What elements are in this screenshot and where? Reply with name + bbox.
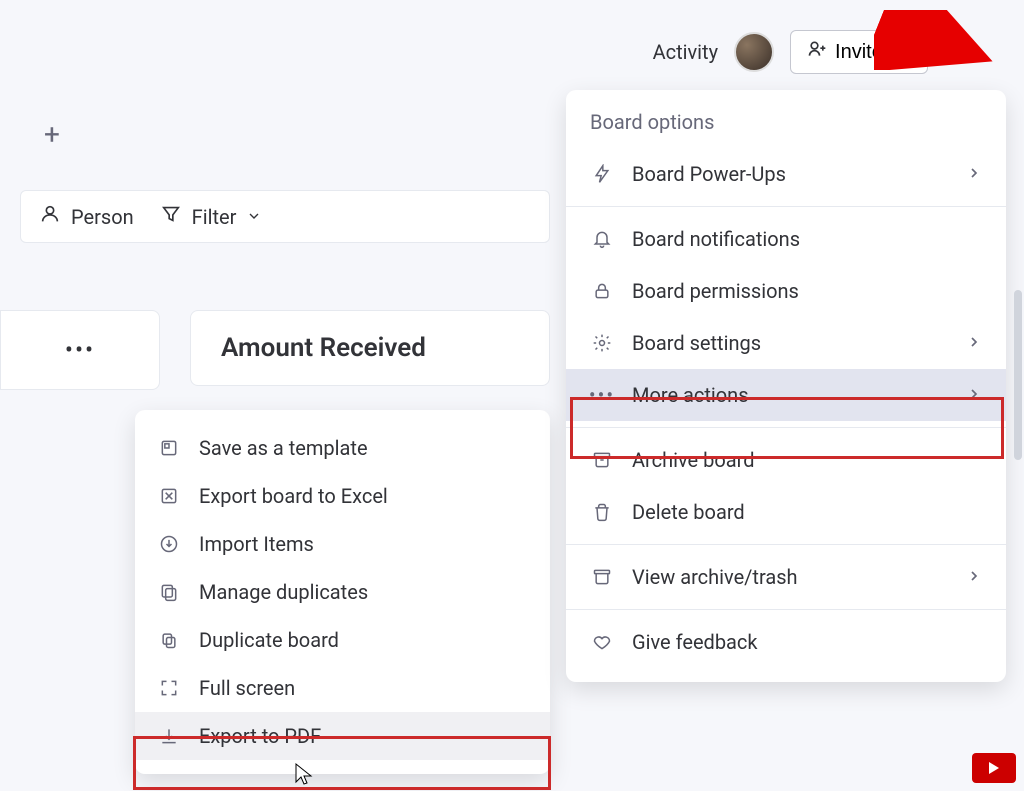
- download-icon: [157, 532, 181, 556]
- trash-icon: [590, 500, 614, 524]
- filter-label: Filter: [192, 205, 237, 229]
- person-filter[interactable]: Person: [39, 203, 134, 230]
- menu-label: Delete board: [632, 500, 745, 524]
- invite-button[interactable]: Invite / 1: [790, 30, 928, 74]
- menu-label: Board Power-Ups: [632, 162, 786, 186]
- column-header-card: Amount Received: [190, 310, 550, 386]
- lock-icon: [590, 279, 614, 303]
- menu-label: Archive board: [632, 448, 755, 472]
- board-menu-button[interactable]: •••: [944, 32, 994, 73]
- group-card: •••: [0, 310, 160, 390]
- person-label: Person: [71, 205, 134, 229]
- board-power-ups[interactable]: Board Power-Ups: [566, 148, 1006, 200]
- chevron-right-icon: [966, 565, 982, 589]
- menu-label: Duplicate board: [199, 628, 339, 652]
- menu-label: Board settings: [632, 331, 761, 355]
- add-tab-button[interactable]: +: [44, 118, 60, 151]
- manage-duplicates[interactable]: Manage duplicates: [135, 568, 550, 616]
- menu-label: Give feedback: [632, 630, 758, 654]
- lightning-icon: [590, 162, 614, 186]
- column-header-label: Amount Received: [221, 333, 519, 363]
- menu-label: Export to PDF: [199, 724, 321, 748]
- copy-icon: [157, 628, 181, 652]
- gear-icon: [590, 331, 614, 355]
- filter-button[interactable]: Filter: [160, 203, 263, 230]
- pdf-download-icon: [157, 724, 181, 748]
- more-icon: •••: [590, 383, 614, 407]
- more-actions[interactable]: ••• More actions: [566, 369, 1006, 421]
- full-screen[interactable]: Full screen: [135, 664, 550, 712]
- chevron-down-icon: [246, 205, 262, 229]
- view-archive-trash[interactable]: View archive/trash: [566, 551, 1006, 603]
- youtube-badge: [972, 753, 1016, 783]
- board-settings[interactable]: Board settings: [566, 317, 1006, 369]
- duplicate-board[interactable]: Duplicate board: [135, 616, 550, 664]
- menu-label: Board notifications: [632, 227, 800, 251]
- menu-title: Board options: [566, 90, 1006, 148]
- archive-icon: [590, 448, 614, 472]
- menu-label: View archive/trash: [632, 565, 798, 589]
- menu-label: Export board to Excel: [199, 484, 388, 508]
- bell-icon: [590, 227, 614, 251]
- excel-icon: [157, 484, 181, 508]
- import-items[interactable]: Import Items: [135, 520, 550, 568]
- board-toolbar: Person Filter: [20, 190, 550, 243]
- person-icon: [39, 203, 61, 230]
- activity-label[interactable]: Activity: [653, 40, 718, 64]
- give-feedback[interactable]: Give feedback: [566, 616, 1006, 668]
- menu-label: Board permissions: [632, 279, 799, 303]
- menu-label: Import Items: [199, 532, 314, 556]
- archive-board[interactable]: Archive board: [566, 434, 1006, 486]
- heart-icon: [590, 630, 614, 654]
- board-options-menu: Board options Board Power-Ups Board noti…: [566, 90, 1006, 682]
- board-permissions[interactable]: Board permissions: [566, 265, 1006, 317]
- menu-label: Full screen: [199, 676, 295, 700]
- chevron-right-icon: [966, 331, 982, 355]
- invite-label: Invite / 1: [835, 41, 911, 64]
- user-plus-icon: [807, 39, 827, 65]
- menu-label: More actions: [632, 383, 749, 407]
- expand-icon: [157, 676, 181, 700]
- scrollbar[interactable]: [1014, 290, 1022, 460]
- template-icon: [157, 436, 181, 460]
- avatar[interactable]: [734, 32, 774, 72]
- save-as-template[interactable]: Save as a template: [135, 424, 550, 472]
- delete-board[interactable]: Delete board: [566, 486, 1006, 538]
- filter-icon: [160, 203, 182, 230]
- chevron-right-icon: [966, 162, 982, 186]
- export-to-pdf[interactable]: Export to PDF: [135, 712, 550, 760]
- group-kebab-button[interactable]: •••: [65, 336, 95, 364]
- more-actions-submenu: Save as a template Export board to Excel…: [135, 410, 550, 774]
- chevron-right-icon: [966, 383, 982, 407]
- menu-label: Save as a template: [199, 436, 368, 460]
- menu-label: Manage duplicates: [199, 580, 368, 604]
- export-to-excel[interactable]: Export board to Excel: [135, 472, 550, 520]
- archive-view-icon: [590, 565, 614, 589]
- duplicates-icon: [157, 580, 181, 604]
- board-notifications[interactable]: Board notifications: [566, 213, 1006, 265]
